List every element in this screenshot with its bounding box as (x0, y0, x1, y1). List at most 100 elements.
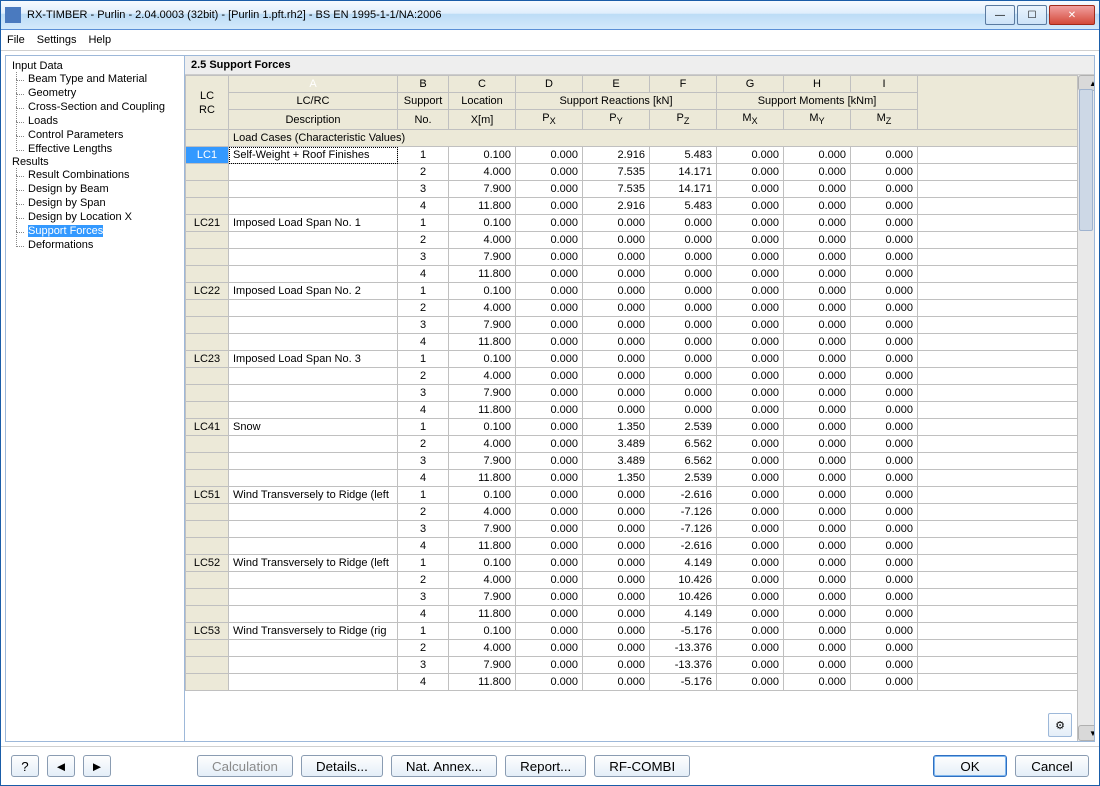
cell: 0.000 (784, 266, 851, 283)
tree-item[interactable]: Design by Beam (28, 183, 109, 195)
cell: 0.000 (784, 249, 851, 266)
table-row[interactable]: 411.8000.0001.3502.5390.0000.0000.000 (186, 470, 1094, 487)
cell: 0.000 (851, 232, 918, 249)
nat-annex-button[interactable]: Nat. Annex... (391, 755, 497, 777)
col-letter[interactable]: D (516, 76, 583, 93)
col-letter[interactable]: B (398, 76, 449, 93)
table-row[interactable]: 24.0000.0000.0000.0000.0000.0000.000 (186, 368, 1094, 385)
col-letter[interactable]: I (851, 76, 918, 93)
table-row[interactable]: 24.0000.0007.53514.1710.0000.0000.000 (186, 164, 1094, 181)
table-row[interactable]: 24.0000.0000.0000.0000.0000.0000.000 (186, 300, 1094, 317)
row-id[interactable]: LC41 (186, 419, 229, 436)
col-letter[interactable]: C (449, 76, 516, 93)
cell: 0.000 (516, 266, 583, 283)
table-row[interactable]: 24.0000.0000.0000.0000.0000.0000.000 (186, 232, 1094, 249)
cell: 0.000 (717, 368, 784, 385)
prev-page-button[interactable]: ◄ (47, 755, 75, 777)
table-row[interactable]: LC51Wind Transversely to Ridge (left10.1… (186, 487, 1094, 504)
tree-group[interactable]: Input Data (6, 59, 69, 73)
cell: 0.000 (851, 572, 918, 589)
table-row[interactable]: 411.8000.0000.000-5.1760.0000.0000.000 (186, 674, 1094, 691)
ok-button[interactable]: OK (933, 755, 1007, 777)
tree-group[interactable]: Results (6, 155, 55, 169)
calculation-button[interactable]: Calculation (197, 755, 293, 777)
table-row[interactable]: LC52Wind Transversely to Ridge (left10.1… (186, 555, 1094, 572)
row-desc: Imposed Load Span No. 2 (229, 283, 398, 300)
table-row[interactable]: 24.0000.0000.00010.4260.0000.0000.000 (186, 572, 1094, 589)
table-row[interactable]: 37.9000.0007.53514.1710.0000.0000.000 (186, 181, 1094, 198)
table-row[interactable]: 37.9000.0000.00010.4260.0000.0000.000 (186, 589, 1094, 606)
row-id[interactable]: LC22 (186, 283, 229, 300)
report-button[interactable]: Report... (505, 755, 586, 777)
support-forces-grid[interactable]: LCRCABCDEFGHILC/RCSupportLocationSupport… (185, 75, 1094, 691)
col-letter[interactable]: G (717, 76, 784, 93)
table-row[interactable]: 24.0000.0000.000-7.1260.0000.0000.000 (186, 504, 1094, 521)
table-row[interactable]: 37.9000.0000.0000.0000.0000.0000.000 (186, 249, 1094, 266)
tree-item[interactable]: Deformations (28, 239, 93, 251)
table-row[interactable]: 37.9000.0003.4896.5620.0000.0000.000 (186, 453, 1094, 470)
settings-icon[interactable]: ⚙ (1048, 713, 1072, 737)
tree-item[interactable]: Result Combinations (28, 169, 130, 181)
table-row[interactable]: 411.8000.0000.0000.0000.0000.0000.000 (186, 266, 1094, 283)
table-row[interactable]: LC53Wind Transversely to Ridge (rig10.10… (186, 623, 1094, 640)
row-id[interactable]: LC23 (186, 351, 229, 368)
menu-help[interactable]: Help (88, 34, 111, 46)
col-letter[interactable]: H (784, 76, 851, 93)
tree-item[interactable]: Design by Span (28, 197, 106, 209)
cell: 0.000 (717, 300, 784, 317)
row-id[interactable]: LC52 (186, 555, 229, 572)
table-row[interactable]: 411.8000.0000.000-2.6160.0000.0000.000 (186, 538, 1094, 555)
row-id[interactable]: LC51 (186, 487, 229, 504)
tree-item[interactable]: Support Forces (28, 225, 103, 237)
cell: 0.000 (583, 504, 650, 521)
table-row[interactable]: 411.8000.0000.0000.0000.0000.0000.000 (186, 402, 1094, 419)
col-letter[interactable]: F (650, 76, 717, 93)
cell: 0.000 (583, 232, 650, 249)
tree-item[interactable]: Design by Location X (28, 211, 132, 223)
cell: 4.000 (449, 232, 516, 249)
table-row[interactable]: 37.9000.0000.000-7.1260.0000.0000.000 (186, 521, 1094, 538)
table-row[interactable]: LC22Imposed Load Span No. 210.1000.0000.… (186, 283, 1094, 300)
help-button[interactable]: ? (11, 755, 39, 777)
table-row[interactable]: LC23Imposed Load Span No. 310.1000.0000.… (186, 351, 1094, 368)
cell: 0.000 (851, 300, 918, 317)
table-row[interactable]: 37.9000.0000.0000.0000.0000.0000.000 (186, 385, 1094, 402)
table-row[interactable]: LC21Imposed Load Span No. 110.1000.0000.… (186, 215, 1094, 232)
col-header: MX (717, 110, 784, 130)
menu-file[interactable]: File (7, 34, 25, 46)
table-row[interactable]: 37.9000.0000.0000.0000.0000.0000.000 (186, 317, 1094, 334)
cell: 0.000 (650, 300, 717, 317)
cell: 0.000 (717, 538, 784, 555)
table-row[interactable]: 411.8000.0000.0004.1490.0000.0000.000 (186, 606, 1094, 623)
close-button[interactable]: ✕ (1049, 5, 1095, 25)
vertical-scrollbar[interactable]: ▲ ▼ (1077, 75, 1094, 741)
table-row[interactable]: 24.0000.0003.4896.5620.0000.0000.000 (186, 436, 1094, 453)
table-row[interactable]: 37.9000.0000.000-13.3760.0000.0000.000 (186, 657, 1094, 674)
tree-item[interactable]: Cross-Section and Coupling (28, 101, 165, 113)
menu-settings[interactable]: Settings (37, 34, 77, 46)
row-id[interactable]: LC53 (186, 623, 229, 640)
tree-item[interactable]: Beam Type and Material (28, 73, 147, 85)
maximize-button[interactable]: ☐ (1017, 5, 1047, 25)
minimize-button[interactable]: — (985, 5, 1015, 25)
rf-combi-button[interactable]: RF-COMBI (594, 755, 690, 777)
table-row[interactable]: 24.0000.0000.000-13.3760.0000.0000.000 (186, 640, 1094, 657)
cancel-button[interactable]: Cancel (1015, 755, 1089, 777)
table-row[interactable]: LC1Self-Weight + Roof Finishes10.1000.00… (186, 147, 1094, 164)
cell: 0.000 (516, 249, 583, 266)
row-id[interactable]: LC21 (186, 215, 229, 232)
table-row[interactable]: 411.8000.0000.0000.0000.0000.0000.000 (186, 334, 1094, 351)
scroll-thumb[interactable] (1079, 89, 1093, 231)
next-page-button[interactable]: ► (83, 755, 111, 777)
tree-item[interactable]: Control Parameters (28, 129, 123, 141)
details-button[interactable]: Details... (301, 755, 383, 777)
table-row[interactable]: 411.8000.0002.9165.4830.0000.0000.000 (186, 198, 1094, 215)
row-id[interactable]: LC1 (186, 147, 229, 164)
table-row[interactable]: LC41Snow10.1000.0001.3502.5390.0000.0000… (186, 419, 1094, 436)
tree-item[interactable]: Loads (28, 115, 58, 127)
tree-item[interactable]: Geometry (28, 87, 76, 99)
scroll-down-icon[interactable]: ▼ (1078, 725, 1094, 741)
col-letter[interactable]: E (583, 76, 650, 93)
tree-item[interactable]: Effective Lengths (28, 143, 112, 155)
col-letter[interactable]: A (229, 76, 398, 93)
